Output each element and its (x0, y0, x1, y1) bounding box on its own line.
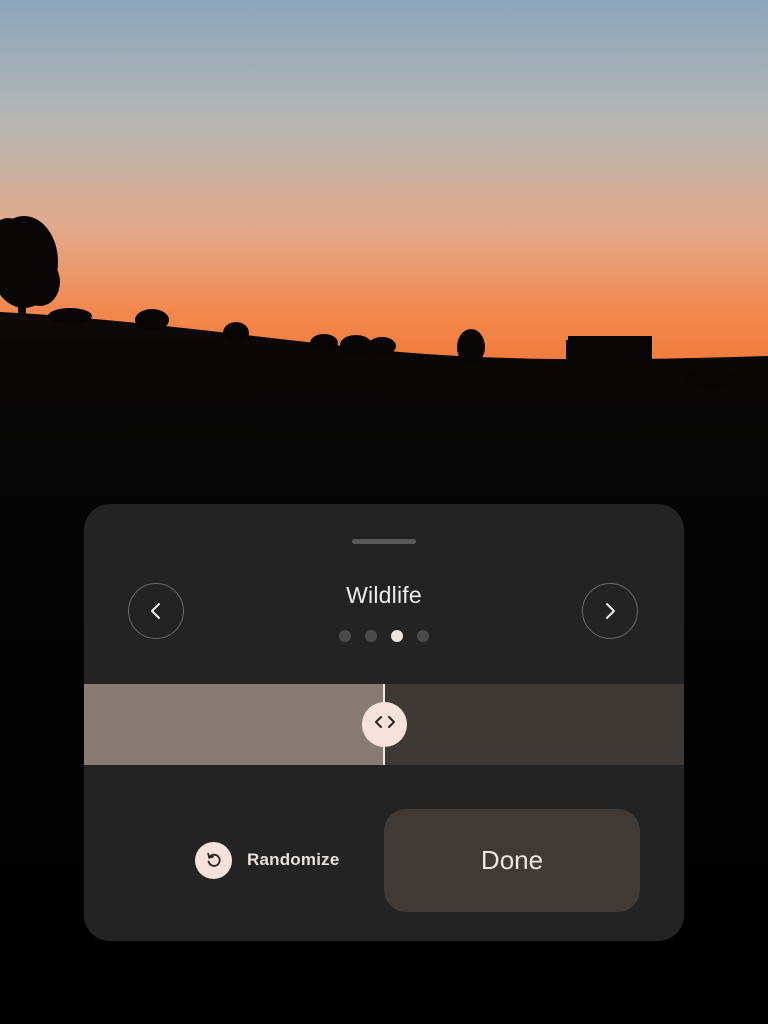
style-title: Wildlife (346, 582, 422, 608)
sheet-grabber[interactable] (352, 539, 416, 544)
left-right-arrows-icon (374, 715, 396, 734)
page-dot[interactable] (391, 630, 403, 642)
style-picker-sheet: Wildlife Randomize Done (84, 504, 684, 941)
page-indicator (84, 630, 684, 642)
page-dot[interactable] (339, 630, 351, 642)
chevron-left-icon (148, 601, 164, 621)
style-slider[interactable] (84, 684, 684, 765)
page-dot[interactable] (365, 630, 377, 642)
refresh-icon (195, 841, 232, 879)
slider-handle[interactable] (362, 702, 407, 747)
chevron-right-icon (602, 601, 618, 621)
done-button[interactable]: Done (384, 809, 640, 912)
randomize-button[interactable]: Randomize (195, 841, 339, 879)
randomize-label: Randomize (247, 850, 340, 869)
lock-screen-customizer: Wildlife Randomize Done (0, 0, 768, 1024)
slider-fill (84, 684, 384, 765)
page-dot[interactable] (417, 630, 429, 642)
